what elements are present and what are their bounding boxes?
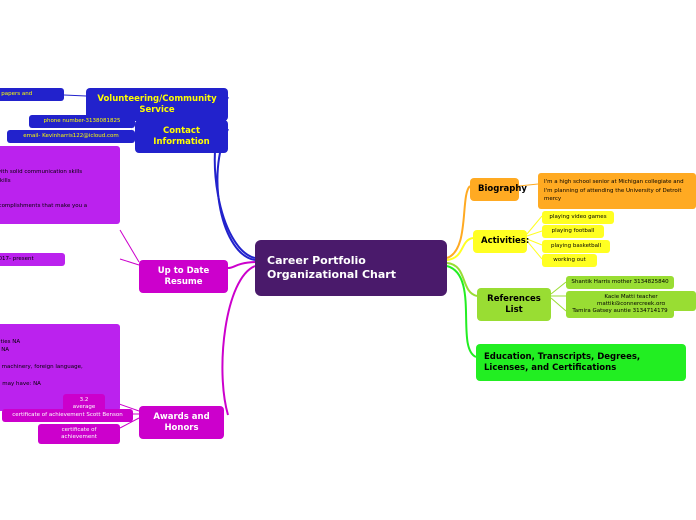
leaf-contact-phone[interactable]: phone number-3138081825: [29, 115, 135, 128]
branch-resume-label: Up to Date Resume: [157, 266, 210, 287]
leaf-activity-basketball-label: playing basketball: [550, 243, 602, 249]
leaf-awards-certificate[interactable]: certificate of achievement: [38, 424, 120, 444]
leaf-activity-video-games[interactable]: playing video games: [542, 211, 614, 224]
leaf-reference-auntie-label: Tamira Gatsey auntie 3134714179: [572, 308, 668, 314]
mindmap-canvas: Career Portfolio Organizational Chart Vo…: [0, 0, 696, 520]
root-node-label: Career Portfolio Organizational Chart: [267, 254, 396, 281]
branch-activities-label: Activities:: [481, 236, 530, 246]
leaf-biography-text-label: I'm a high school senior at Michigan col…: [544, 179, 684, 203]
branch-education-label: Education, Transcripts, Degrees, License…: [484, 352, 641, 373]
leaf-awards-certificate-label: certificate of achievement: [61, 427, 97, 440]
leaf-activity-working-out[interactable]: working out: [542, 254, 597, 267]
leaf-volunteering-note[interactable]: arate papers and: [0, 88, 64, 101]
branch-education[interactable]: Education, Transcripts, Degrees, License…: [476, 344, 686, 382]
branch-awards-honors[interactable]: Awards and Honors: [139, 406, 224, 440]
leaf-biography-text[interactable]: I'm a high school senior at Michigan col…: [538, 173, 696, 209]
leaf-activity-football[interactable]: playing football: [542, 225, 604, 238]
leaf-reference-auntie[interactable]: Tamira Gatsey auntie 3134714179: [566, 305, 674, 318]
leaf-activity-basketball[interactable]: playing basketball: [542, 240, 610, 253]
leaf-reference-mother[interactable]: Shantik Harris mother 3134825840: [566, 276, 674, 289]
leaf-activity-working-out-label: working out: [553, 257, 586, 263]
leaf-resume-dates-label: 2017- present: [0, 256, 34, 262]
branch-references-list-label: References List: [487, 294, 541, 315]
leaf-resume-details[interactable]: y vidual with solid communication skills…: [0, 146, 120, 225]
leaf-reference-mother-label: Shantik Harris mother 3134825840: [571, 279, 669, 285]
branch-volunteering-label: Volunteering/Community Service: [97, 94, 217, 115]
leaf-contact-email[interactable]: email- Kevinharris122@icloud.com: [7, 130, 135, 143]
leaf-awards-certificate-scott-label: certificate of achievement Scott Benson: [12, 412, 123, 418]
leaf-contact-phone-label: phone number-3138081825: [43, 118, 121, 124]
branch-biography-label: Biography: [478, 184, 527, 194]
leaf-resume-details-label: y vidual with solid communication skills…: [0, 169, 88, 210]
leaf-resume-dates[interactable]: 2017- present: [0, 253, 65, 266]
branch-awards-honors-label: Awards and Honors: [153, 412, 210, 433]
leaf-activity-football-label: playing football: [551, 228, 595, 234]
leaf-activity-video-games-label: playing video games: [549, 214, 607, 220]
branch-contact-information[interactable]: Contact Information: [135, 120, 228, 154]
branch-contact-information-label: Contact Information: [153, 126, 210, 147]
root-node[interactable]: Career Portfolio Organizational Chart: [255, 240, 447, 296]
branch-biography[interactable]: Biography: [470, 178, 527, 201]
leaf-awards-certificate-scott[interactable]: certificate of achievement Scott Benson: [2, 409, 133, 422]
branch-activities[interactable]: Activities:: [473, 230, 530, 253]
leaf-volunteering-note-label: arate papers and: [0, 91, 33, 97]
leaf-contact-email-label: email- Kevinharris122@icloud.com: [23, 133, 119, 139]
branch-resume[interactable]: Up to Date Resume: [139, 260, 228, 294]
branch-references-list[interactable]: References List: [477, 288, 551, 322]
